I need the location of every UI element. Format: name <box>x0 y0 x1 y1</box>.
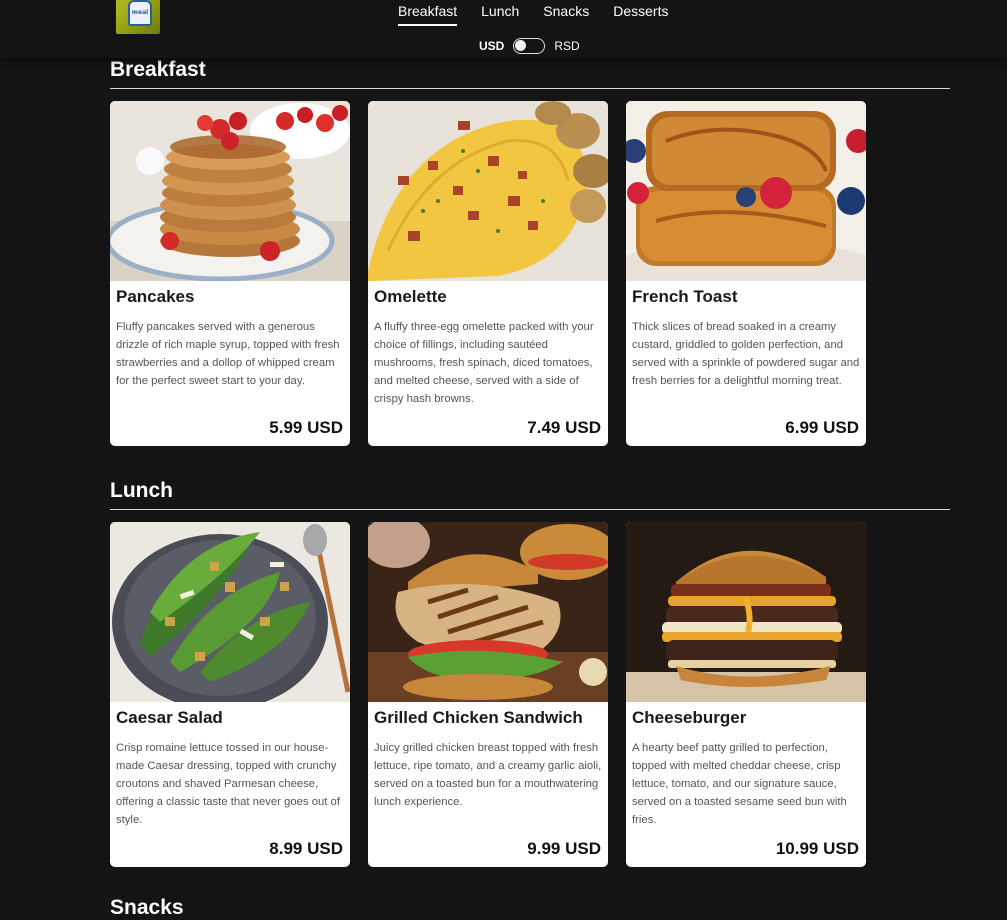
card-title: French Toast <box>632 287 738 306</box>
currency-label-usd: USD <box>479 39 505 53</box>
card-description: Juicy grilled chicken breast topped with… <box>374 742 602 808</box>
card-description: A hearty beef patty grilled to perfectio… <box>632 742 847 826</box>
french-toast-photo <box>626 101 866 281</box>
card-grid: Pancakes Fluffy pancakes served with a g… <box>110 101 950 446</box>
menu-card-grilled-chicken-sandwich[interactable]: Grilled Chicken Sandwich Juicy grilled c… <box>368 522 608 867</box>
card-price: 9.99 USD <box>527 839 601 858</box>
card-description: Crisp romaine lettuce tossed in our hous… <box>116 742 340 826</box>
section-divider <box>110 509 950 510</box>
caesar-salad-photo <box>110 522 350 702</box>
card-title: Omelette <box>374 287 447 306</box>
section-title-snacks: Snacks <box>110 896 184 919</box>
card-title: Caesar Salad <box>116 708 223 727</box>
card-description: A fluffy three-egg omelette packed with … <box>374 321 594 405</box>
section-title: Lunch <box>110 479 173 502</box>
menu-card-omelette[interactable]: Omelette A fluffy three-egg omelette pac… <box>368 101 608 446</box>
card-title: Pancakes <box>116 287 195 306</box>
currency-label-rsd: RSD <box>554 39 580 53</box>
card-price: 8.99 USD <box>269 839 343 858</box>
card-price: 10.99 USD <box>775 839 859 858</box>
section-divider <box>110 88 950 89</box>
menu-card-pancakes[interactable]: Pancakes Fluffy pancakes served with a g… <box>110 101 350 446</box>
currency-toggle[interactable] <box>513 38 546 54</box>
menu-card-caesar-salad[interactable]: Caesar Salad Crisp romaine lettuce tosse… <box>110 522 350 867</box>
nav-item-breakfast[interactable]: Breakfast <box>398 3 458 26</box>
toggle-knob <box>515 40 527 51</box>
omelette-photo <box>368 101 608 281</box>
menu-card-french-toast[interactable]: French Toast Thick slices of bread soake… <box>626 101 866 446</box>
section-lunch: Lunch Caesar Salad Crisp romaine lettuce… <box>110 477 950 867</box>
card-description: Thick slices of bread soaked in a creamy… <box>632 321 860 387</box>
top-navigation-bar: meal Breakfast Lunch Snacks Desserts USD… <box>0 0 1007 58</box>
card-grid: Caesar Salad Crisp romaine lettuce tosse… <box>110 522 950 867</box>
section-title: Breakfast <box>110 58 206 81</box>
category-nav: Breakfast Lunch Snacks Desserts <box>398 3 668 26</box>
card-price: 5.99 USD <box>269 418 343 437</box>
card-price: 6.99 USD <box>785 418 859 437</box>
pancakes-photo <box>110 101 350 281</box>
card-description: Fluffy pancakes served with a generous d… <box>116 321 340 387</box>
site-logo[interactable]: meal <box>116 0 160 34</box>
section-breakfast: Breakfast Pancakes Fluffy pancakes serve… <box>110 56 950 446</box>
nav-item-snacks[interactable]: Snacks <box>543 3 589 26</box>
currency-switcher: USD RSD <box>479 38 580 54</box>
card-price: 7.49 USD <box>527 418 601 437</box>
nav-item-desserts[interactable]: Desserts <box>613 3 668 26</box>
nav-item-lunch[interactable]: Lunch <box>481 3 519 26</box>
card-title: Grilled Chicken Sandwich <box>374 708 583 727</box>
menu-card-cheeseburger[interactable]: Cheeseburger A hearty beef patty grilled… <box>626 522 866 867</box>
card-title: Cheeseburger <box>632 708 747 727</box>
cheeseburger-photo <box>626 522 866 702</box>
chicken-sandwich-photo <box>368 522 608 702</box>
logo-badge-icon: meal <box>128 0 152 26</box>
